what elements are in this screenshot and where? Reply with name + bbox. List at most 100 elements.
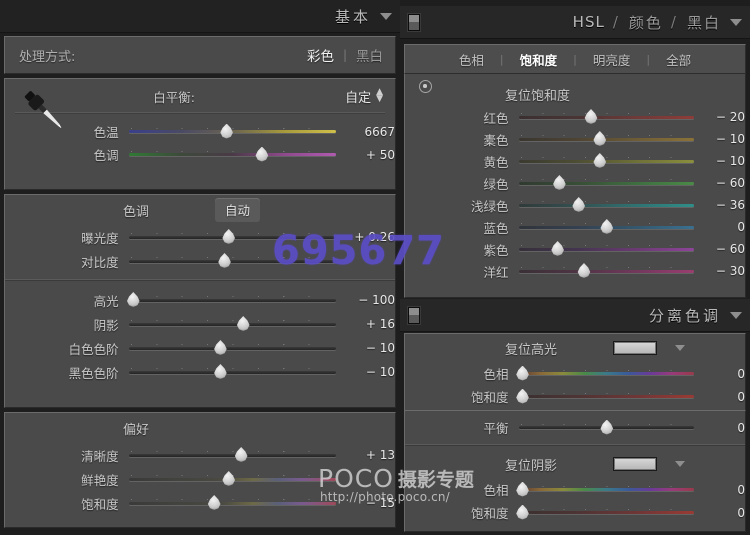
slider-value[interactable]: + 13 [344,448,395,462]
tab-1[interactable]: 色相 [457,50,486,69]
hsl-reset-label[interactable]: 复位饱和度 [505,85,570,104]
slider-track[interactable] [519,367,695,381]
slider-track[interactable] [129,230,336,244]
slider-value[interactable]: − 36 [702,198,745,212]
chevron-down-icon[interactable] [380,13,392,20]
slider-bar [129,371,336,374]
slider-knob[interactable] [599,420,614,435]
slider-track[interactable] [519,176,695,190]
slider-knob[interactable] [219,124,234,139]
split-toning-header[interactable]: 分离色调 [400,299,750,332]
slider-knob[interactable] [213,340,228,355]
slider-knob[interactable] [592,153,607,168]
slider-knob[interactable] [221,471,236,486]
slider-track[interactable] [519,110,695,124]
slider-track[interactable] [129,254,336,268]
slider-knob[interactable] [584,109,599,124]
tab-3[interactable]: 明亮度 [591,50,633,69]
slider-value[interactable]: 0 [702,506,745,520]
slider-track[interactable] [129,148,336,162]
slider-knob[interactable] [221,229,236,244]
slider-value[interactable]: − 10 [344,365,395,379]
slider-knob[interactable] [234,447,249,462]
slider-value[interactable]: − 100 [344,293,395,307]
slider-knob[interactable] [592,131,607,146]
panel-switch-icon[interactable] [408,14,420,31]
split-shadows-reset-label[interactable]: 复位阴影 [505,455,557,474]
basic-panel-header[interactable]: 基本 [0,0,400,33]
panel-switch-icon[interactable] [408,307,420,324]
slider-value[interactable]: − 15 [344,496,395,510]
slider-track[interactable] [519,264,695,278]
split-highlights-reset-label[interactable]: 复位高光 [505,339,557,358]
slider-knob[interactable] [217,253,232,268]
tab-2[interactable]: 饱和度 [518,50,560,69]
slider-track[interactable] [519,483,695,497]
slider-knob[interactable] [576,263,591,278]
chevron-down-icon[interactable] [730,19,742,26]
slider-track[interactable] [129,365,336,379]
shadows-color-swatch[interactable] [613,457,657,471]
slider-knob[interactable] [254,147,269,162]
slider-value[interactable]: − 10 [702,154,745,168]
slider-knob[interactable] [515,366,530,381]
slider-value[interactable]: 0 [702,483,745,497]
slider-knob[interactable] [213,364,228,379]
slider-value[interactable]: + 0.26 [344,230,395,244]
highlights-color-swatch[interactable] [613,341,657,355]
slider-value[interactable]: 0 [702,220,745,234]
slider-track[interactable] [519,390,695,404]
slider-track[interactable] [129,317,336,331]
hsl-title-hsl[interactable]: HSL [573,13,605,31]
slider-knob[interactable] [550,241,565,256]
hsl-panel-header[interactable]: HSL / 颜色 / 黑白 [400,6,750,39]
slider-track[interactable] [519,421,695,435]
chevron-down-icon[interactable] [730,312,742,319]
slider-knob[interactable] [236,316,251,331]
slider-track[interactable] [519,198,695,212]
slider-knob[interactable] [126,292,141,307]
slider-track[interactable] [519,132,695,146]
slider-track[interactable] [129,472,336,486]
slider-knob[interactable] [207,495,222,510]
auto-tone-button[interactable]: 自动 [215,198,260,222]
slider-track[interactable] [519,242,695,256]
slider-knob[interactable] [515,505,530,520]
slider-track[interactable] [129,293,336,307]
slider-track[interactable] [129,341,336,355]
slider-value[interactable]: + 50 [344,148,395,162]
chevron-down-icon[interactable] [675,345,685,351]
chevron-down-icon[interactable] [675,461,685,467]
slider-value[interactable]: − 10 [702,132,745,146]
slider-knob[interactable] [552,175,567,190]
slider-track[interactable] [129,125,336,139]
slider-value[interactable]: 0 [702,421,745,435]
slider-knob[interactable] [515,482,530,497]
slider-value[interactable]: − 60 [702,242,745,256]
hsl-title-color[interactable]: 颜色 [629,12,663,33]
slider-track[interactable] [129,448,336,462]
slider-knob[interactable] [571,197,586,212]
slider-value[interactable]: + 16 [344,317,395,331]
slider-track[interactable] [519,220,695,234]
slider-knob[interactable] [515,389,530,404]
slider-value[interactable]: − 30 [702,264,745,278]
slider-track[interactable] [519,154,695,168]
process-color-option[interactable]: 彩色 [307,45,334,65]
slider-value[interactable]: 0 [702,367,745,381]
slider-value[interactable]: − 20 [702,110,745,124]
slider-value[interactable]: 6667 [344,125,395,139]
process-method-label: 处理方式: [19,46,75,65]
slider-knob[interactable] [599,219,614,234]
slider-value[interactable]: 0 [702,390,745,404]
stepper-icon[interactable]: ▲▼ [376,89,383,103]
slider-value[interactable]: − 10 [344,341,395,355]
slider-value[interactable]: − 60 [702,176,745,190]
slider-track[interactable] [519,506,695,520]
hsl-title-bw[interactable]: 黑白 [687,12,721,33]
tab-4[interactable]: 全部 [664,50,693,69]
slider-track[interactable] [129,496,336,510]
slider-label: 绿色 [411,174,509,193]
process-bw-option[interactable]: 黑白 [356,45,383,65]
white-balance-preset[interactable]: 自定 [345,87,371,106]
